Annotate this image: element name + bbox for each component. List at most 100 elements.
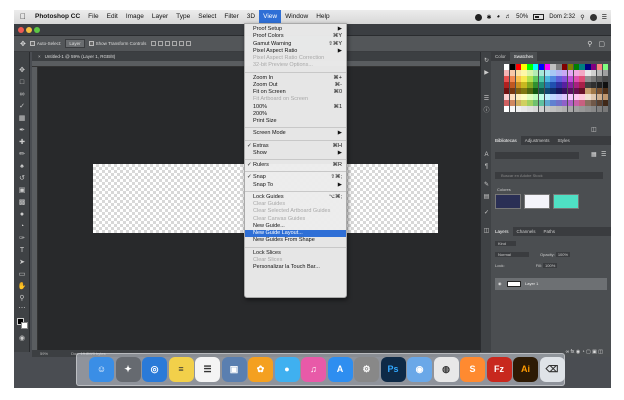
clock[interactable]: Dom 2:32 <box>549 14 575 20</box>
tab-libraries[interactable]: Bibliotecas <box>491 136 521 145</box>
view-menu-item-proof-setup[interactable]: Proof Setup ▶ <box>245 26 346 33</box>
swatch[interactable] <box>509 76 516 82</box>
swatch[interactable] <box>533 64 539 70</box>
swatch[interactable] <box>544 94 550 100</box>
swatch[interactable] <box>509 94 516 100</box>
swatch[interactable] <box>567 82 574 88</box>
swatch[interactable] <box>591 88 597 94</box>
swatch[interactable] <box>596 88 603 94</box>
swatch[interactable] <box>591 100 597 106</box>
view-menu-item-proof-colors[interactable]: Proof Colors ⌘Y <box>245 33 346 40</box>
swatch[interactable] <box>544 76 550 82</box>
app-menu[interactable]: Photoshop CC <box>31 10 84 24</box>
menu-filter[interactable]: Filter <box>220 10 242 24</box>
swatch[interactable] <box>515 70 521 76</box>
creative-cloud-icon[interactable] <box>474 13 482 21</box>
view-menu-item-gamut-warning[interactable]: Gamut Warning ⇧⌘Y <box>245 41 346 48</box>
info-panel-icon[interactable]: ⓘ <box>483 108 490 115</box>
view-menu-item-pixel-aspect-ratio[interactable]: Pixel Aspect Ratio ▶ <box>245 48 346 55</box>
search-icon[interactable]: ⚲ <box>587 40 592 48</box>
swatch[interactable] <box>533 100 539 106</box>
tab-adjustments[interactable]: Adjustments <box>521 136 554 145</box>
zoom-window-button[interactable] <box>34 27 40 33</box>
swatch[interactable] <box>596 106 603 112</box>
swatch[interactable] <box>504 94 510 100</box>
brush-tool-icon[interactable]: ✏ <box>17 150 27 159</box>
pen-tool-icon[interactable]: ✑ <box>17 234 27 243</box>
appstore-icon[interactable]: A <box>327 357 353 382</box>
swatch[interactable] <box>527 70 533 76</box>
swatch[interactable] <box>567 94 574 100</box>
close-tab-icon[interactable]: × <box>38 54 41 59</box>
adjustment-layer-icon[interactable]: ◔ <box>582 349 585 355</box>
swatch[interactable] <box>585 100 591 106</box>
swatch[interactable] <box>533 76 539 82</box>
swatch[interactable] <box>544 88 550 94</box>
fx-icon[interactable]: fx <box>571 349 575 355</box>
swatches-delete-icon[interactable]: ◫ <box>591 126 597 133</box>
minimize-window-button[interactable] <box>26 27 32 33</box>
swatch[interactable] <box>509 82 516 88</box>
type-tool-icon[interactable]: T <box>17 246 27 255</box>
swatch[interactable] <box>556 76 562 82</box>
workspace-icon[interactable]: ▢ <box>598 40 605 48</box>
swatch[interactable] <box>509 70 516 76</box>
character-panel-icon[interactable]: A <box>483 152 490 159</box>
view-menu-item-200[interactable]: 200% <box>245 111 346 118</box>
view-menu-item-print-size[interactable]: Print Size <box>245 118 346 125</box>
swatch[interactable] <box>556 64 562 70</box>
swatch[interactable] <box>538 94 545 100</box>
swatch[interactable] <box>521 82 527 88</box>
swatch[interactable] <box>515 76 521 82</box>
view-menu-item-100[interactable]: 100% ⌘1 <box>245 104 346 111</box>
layer-name[interactable]: Layer 1 <box>525 278 538 290</box>
photoshop-icon[interactable]: Ps <box>380 357 406 382</box>
swatch[interactable] <box>527 82 533 88</box>
menu-image[interactable]: Image <box>122 10 148 24</box>
swatch[interactable] <box>591 76 597 82</box>
swatch[interactable] <box>538 76 545 82</box>
library-color-swatch-white[interactable] <box>524 194 550 209</box>
trash-icon[interactable]: ⌫ <box>539 357 565 382</box>
view-menu-item-zoom-in[interactable]: Zoom In ⌘+ <box>245 75 346 82</box>
mask-icon[interactable]: ◉ <box>576 349 580 355</box>
swatch[interactable] <box>556 100 562 106</box>
menu-3d[interactable]: 3D <box>243 10 259 24</box>
preview-icon[interactable]: ▣ <box>221 357 247 382</box>
swatch[interactable] <box>579 70 585 76</box>
lasso-tool-icon[interactable]: ∞ <box>17 90 27 99</box>
swatch[interactable] <box>579 76 585 82</box>
align-bottom-icon[interactable] <box>165 40 171 46</box>
swatch[interactable] <box>579 106 585 112</box>
itunes-icon[interactable]: ♫ <box>301 357 326 382</box>
swatch[interactable] <box>585 64 591 70</box>
swatch[interactable] <box>579 100 585 106</box>
swatch[interactable] <box>585 82 591 88</box>
view-menu-item-snap[interactable]: ✓ Snap ⇧⌘; <box>245 174 346 181</box>
swatches-grid[interactable] <box>504 64 608 112</box>
swatch[interactable] <box>544 82 550 88</box>
swatch[interactable] <box>602 88 608 94</box>
view-menu-item-lock-guides[interactable]: Lock Guides ⌥⌘; <box>245 194 346 201</box>
gradient-tool-icon[interactable]: ▩ <box>17 198 27 207</box>
view-menu-item-rulers[interactable]: ✓ Rulers ⌘R <box>245 162 346 169</box>
swatch[interactable] <box>562 70 568 76</box>
library-dropdown[interactable] <box>495 152 579 159</box>
blend-mode-dropdown[interactable]: Normal <box>495 252 529 257</box>
menu-window[interactable]: Window <box>281 10 312 24</box>
swatch[interactable] <box>521 100 527 106</box>
sublime-icon[interactable]: S <box>460 357 485 382</box>
swatch[interactable] <box>573 88 579 94</box>
tab-color[interactable]: Color <box>491 52 510 61</box>
swatch[interactable] <box>562 100 568 106</box>
align-right-icon[interactable] <box>186 40 192 46</box>
swatch[interactable] <box>515 94 521 100</box>
view-menu-item-new-guides-from-shape[interactable]: New Guides From Shape <box>245 237 346 244</box>
swatch[interactable] <box>521 94 527 100</box>
swatch[interactable] <box>585 88 591 94</box>
tab-swatches[interactable]: Swatches <box>509 52 538 61</box>
swatch[interactable] <box>602 76 608 82</box>
battery-label[interactable]: 50% <box>516 14 528 20</box>
healing-tool-icon[interactable]: ✚ <box>17 138 27 147</box>
actions-panel-icon[interactable]: ▶ <box>483 70 490 77</box>
